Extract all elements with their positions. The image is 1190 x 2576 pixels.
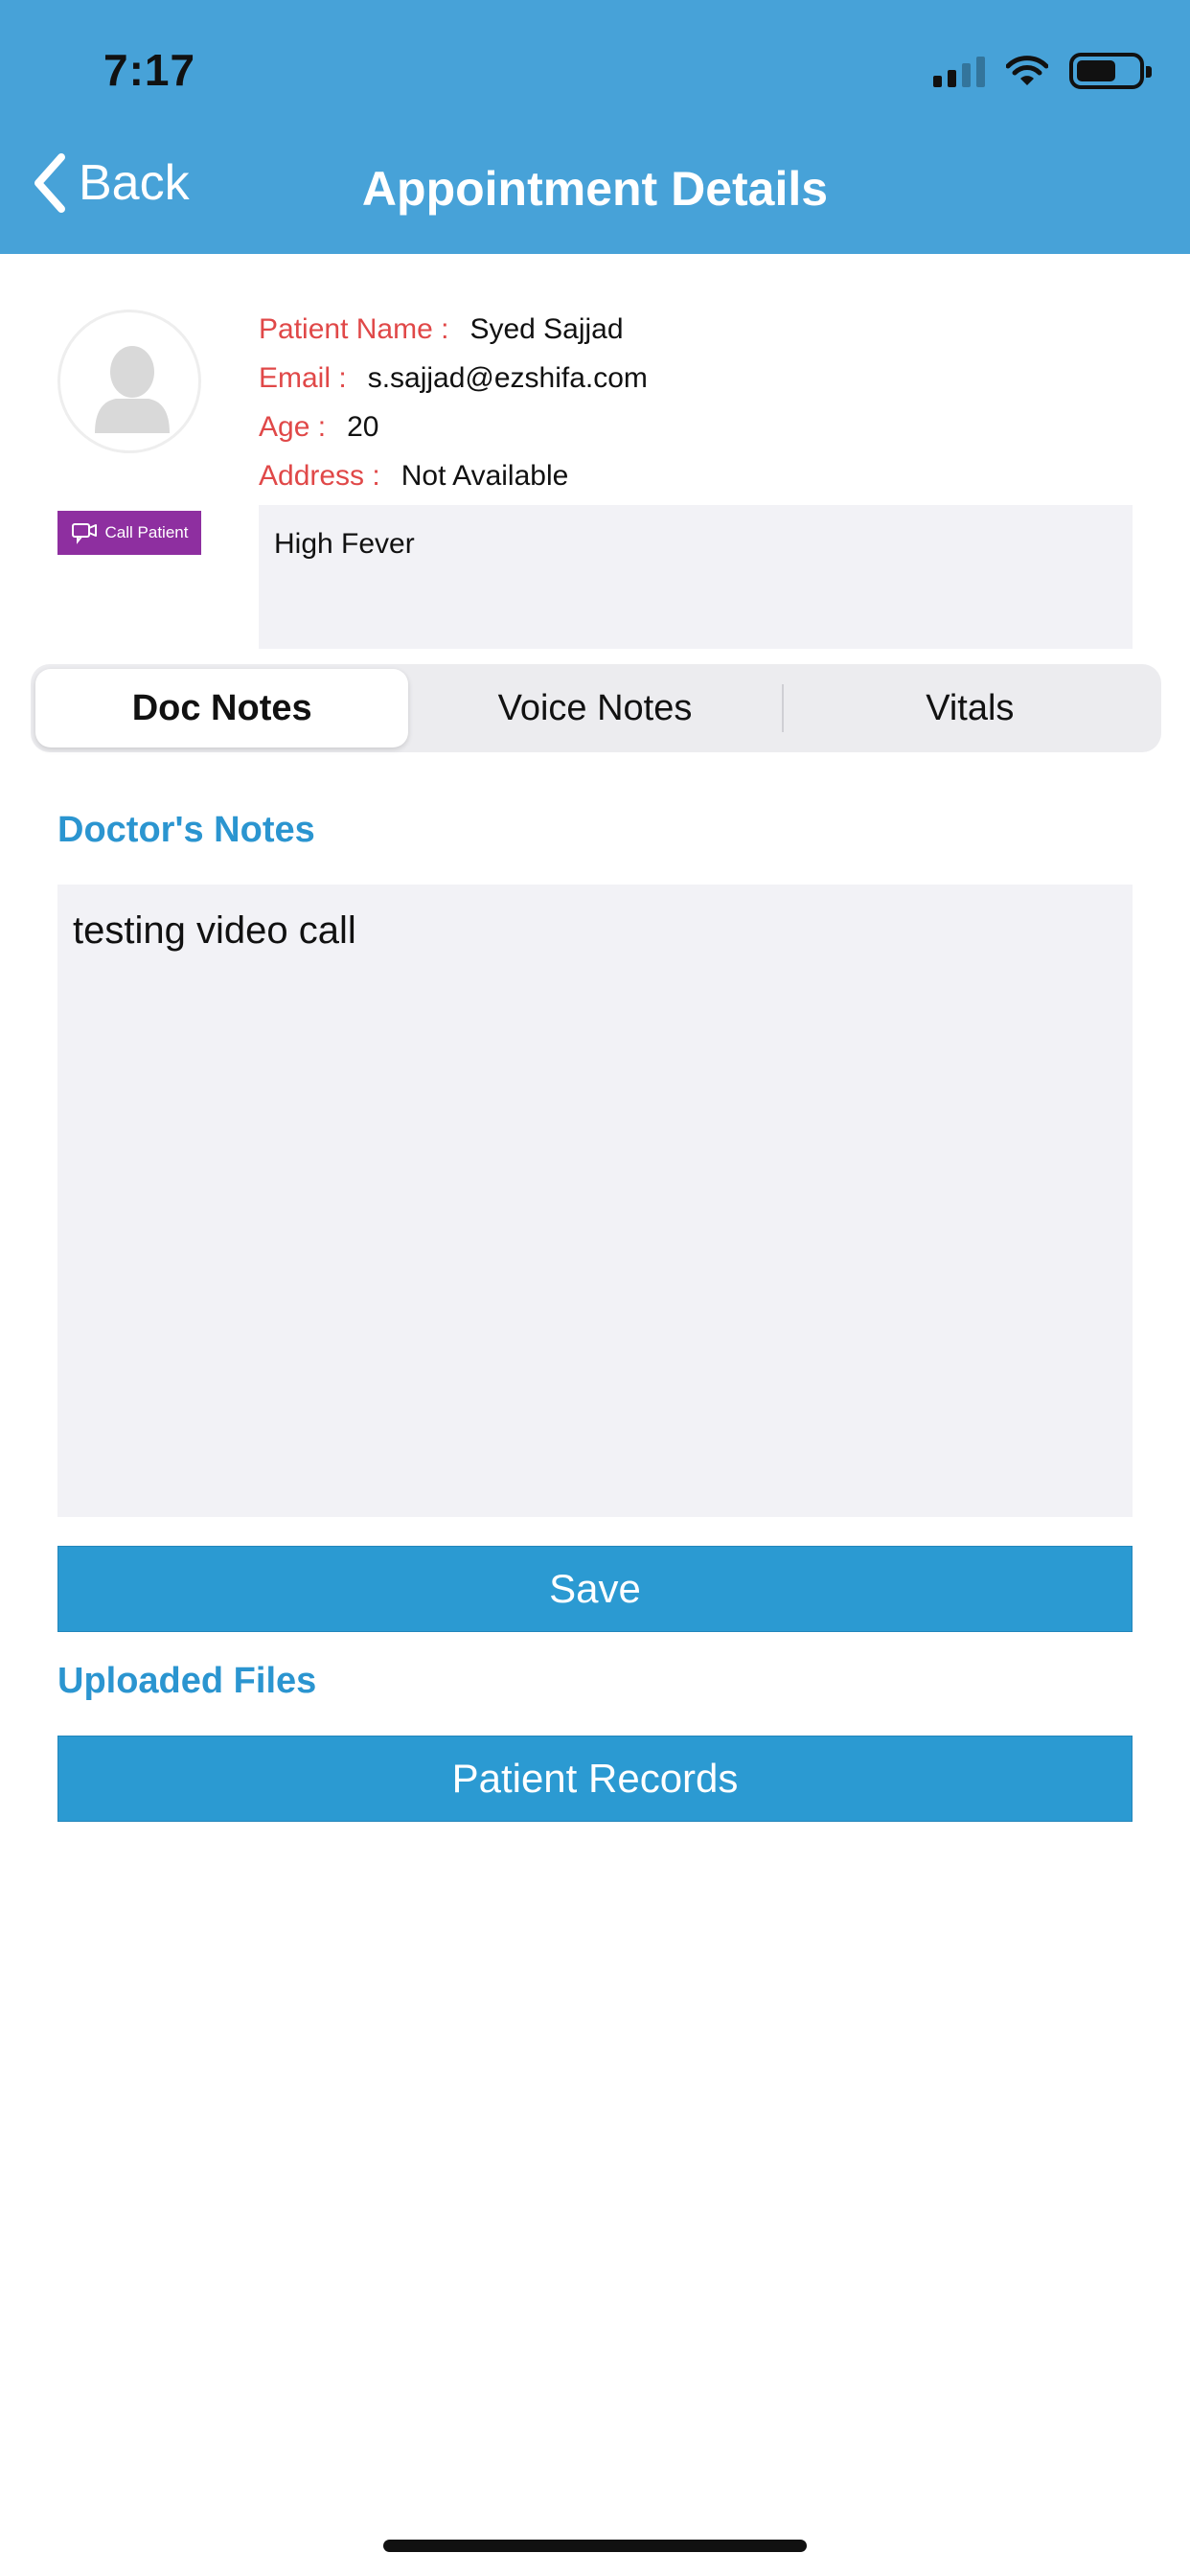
patient-avatar bbox=[57, 310, 201, 453]
patient-name-value: Syed Sajjad bbox=[469, 312, 624, 345]
uploaded-files-heading: Uploaded Files bbox=[57, 1661, 317, 1701]
patient-records-button[interactable]: Patient Records bbox=[57, 1736, 1133, 1822]
battery-icon bbox=[1069, 53, 1152, 89]
age-row: Age : 20 bbox=[259, 402, 648, 451]
address-value: Not Available bbox=[400, 459, 569, 492]
tab-voice-notes[interactable]: Voice Notes bbox=[408, 669, 781, 748]
status-time: 7:17 bbox=[103, 45, 196, 95]
home-indicator bbox=[383, 2540, 807, 2552]
patient-name-label: Patient Name : bbox=[259, 312, 449, 345]
tab-vitals[interactable]: Vitals bbox=[784, 669, 1156, 748]
email-row: Email : s.sajjad@ezshifa.com bbox=[259, 354, 648, 402]
age-label: Age : bbox=[259, 410, 327, 443]
cellular-signal-icon bbox=[933, 55, 985, 87]
doctor-notes-textarea[interactable]: testing video call bbox=[57, 885, 1133, 1517]
notes-segmented-control: Doc Notes Voice Notes Vitals bbox=[31, 664, 1161, 752]
wifi-icon bbox=[1006, 56, 1048, 85]
doctor-notes-heading: Doctor's Notes bbox=[57, 810, 315, 850]
navigation-header: 7:17 Back Appointment Details bbox=[0, 0, 1190, 254]
age-value: 20 bbox=[347, 410, 379, 443]
status-icons bbox=[933, 52, 1152, 90]
complaint-box: High Fever bbox=[259, 505, 1133, 649]
address-label: Address : bbox=[259, 459, 380, 492]
patient-name-row: Patient Name : Syed Sajjad bbox=[259, 305, 648, 354]
tab-doc-notes[interactable]: Doc Notes bbox=[35, 669, 409, 748]
patient-info: Patient Name : Syed Sajjad Email : s.saj… bbox=[259, 305, 648, 500]
address-row: Address : Not Available bbox=[259, 451, 648, 500]
video-call-icon bbox=[71, 523, 97, 544]
call-patient-label: Call Patient bbox=[104, 523, 189, 541]
email-value: s.sajjad@ezshifa.com bbox=[367, 361, 648, 394]
page-title: Appointment Details bbox=[361, 162, 829, 216]
save-button[interactable]: Save bbox=[57, 1546, 1133, 1632]
person-icon bbox=[95, 346, 170, 433]
email-label: Email : bbox=[259, 361, 347, 394]
call-patient-button[interactable]: Call Patient bbox=[57, 511, 201, 555]
